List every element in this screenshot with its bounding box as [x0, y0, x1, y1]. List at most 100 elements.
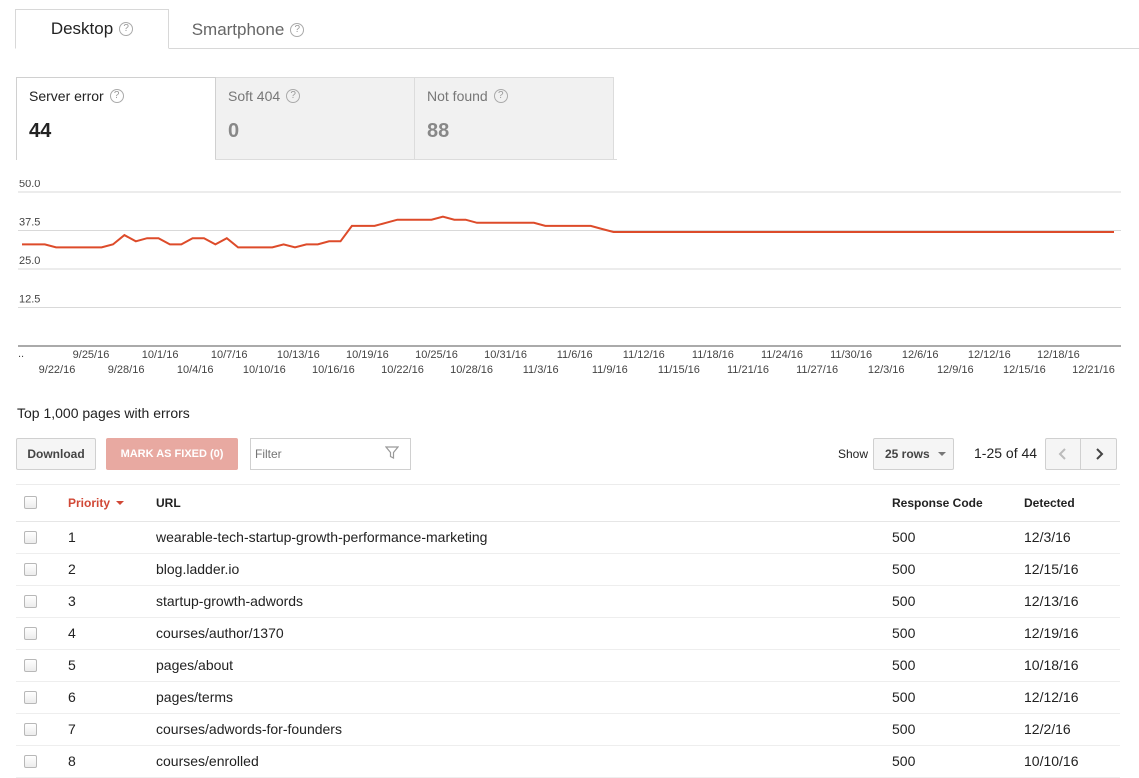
- priority-cell: 8: [68, 753, 76, 769]
- page-range: 1-25 of 44: [974, 445, 1038, 461]
- url-column-header[interactable]: URL: [156, 496, 181, 510]
- row-checkbox[interactable]: [24, 659, 37, 672]
- card-not-found[interactable]: Not found ? 88: [415, 77, 614, 160]
- url-cell[interactable]: wearable-tech-startup-growth-performance…: [156, 529, 487, 545]
- url-cell[interactable]: startup-growth-adwords: [156, 593, 303, 609]
- table-row[interactable]: 8 courses/enrolled 500 10/10/16: [16, 746, 1120, 778]
- x-tick-label: 12/12/16: [968, 349, 1011, 361]
- table-row[interactable]: 4 courses/author/1370 500 12/19/16: [16, 618, 1120, 650]
- response-code-cell: 500: [892, 657, 916, 673]
- table-row[interactable]: 2 blog.ladder.io 500 12/15/16: [16, 554, 1120, 586]
- x-tick-label: 10/25/16: [415, 349, 458, 361]
- detected-cell: 12/13/16: [1024, 593, 1079, 609]
- row-checkbox[interactable]: [24, 691, 37, 704]
- url-cell[interactable]: courses/enrolled: [156, 753, 259, 769]
- funnel-icon[interactable]: [385, 446, 399, 460]
- card-soft-404[interactable]: Soft 404 ? 0: [216, 77, 415, 160]
- table-row[interactable]: 7 courses/adwords-for-founders 500 12/2/…: [16, 714, 1120, 746]
- filter-field: [250, 438, 411, 470]
- row-checkbox[interactable]: [24, 531, 37, 544]
- url-cell[interactable]: pages/about: [156, 657, 233, 673]
- table-row[interactable]: 3 startup-growth-adwords 500 12/13/16: [16, 586, 1120, 618]
- response-code-cell: 500: [892, 625, 916, 641]
- device-tab-bar: Desktop ? Smartphone ?: [0, 0, 1139, 49]
- chart-y-ticks: 50.0 37.5 25.0 12.5: [19, 180, 40, 306]
- x-tick-label: 11/6/16: [557, 349, 593, 361]
- x-tick-label: 11/27/16: [796, 364, 838, 376]
- priority-column-header[interactable]: Priority: [68, 496, 125, 510]
- help-icon[interactable]: ?: [109, 89, 124, 103]
- table-row[interactable]: 6 pages/terms 500 12/12/16: [16, 682, 1120, 714]
- chart-series-line: [22, 215, 1114, 249]
- response-code-cell: 500: [892, 753, 916, 769]
- url-cell[interactable]: pages/terms: [156, 689, 233, 705]
- x-tick-label: 10/22/16: [381, 364, 424, 376]
- card-label: Not found: [427, 88, 488, 104]
- help-icon[interactable]: ?: [119, 22, 134, 36]
- row-checkbox[interactable]: [24, 723, 37, 736]
- response-code-column-header[interactable]: Response Code: [892, 496, 983, 510]
- x-tick-label: 12/21/16: [1072, 364, 1115, 376]
- errors-table: Priority URL Response Code Detected 1 we…: [16, 484, 1120, 778]
- table-row[interactable]: 1 wearable-tech-startup-growth-performan…: [16, 522, 1120, 554]
- x-tick-label: 10/4/16: [177, 364, 214, 376]
- response-code-cell: 500: [892, 561, 916, 577]
- help-icon[interactable]: ?: [286, 89, 301, 103]
- priority-header-label: Priority: [68, 496, 111, 510]
- url-cell[interactable]: blog.ladder.io: [156, 561, 239, 577]
- tab-smartphone[interactable]: Smartphone ?: [168, 10, 328, 49]
- chevron-down-icon: [937, 452, 946, 456]
- x-tick-label: 12/15/16: [1003, 364, 1046, 376]
- rows-per-page-value: 25 rows: [885, 447, 930, 461]
- response-code-cell: 500: [892, 529, 916, 545]
- priority-cell: 2: [68, 561, 76, 577]
- detected-cell: 12/3/16: [1024, 529, 1071, 545]
- table-body: 1 wearable-tech-startup-growth-performan…: [16, 522, 1120, 778]
- detected-cell: 12/19/16: [1024, 625, 1079, 641]
- download-button[interactable]: Download: [16, 438, 96, 470]
- x-tick-label: 11/12/16: [623, 349, 665, 361]
- next-page-button[interactable]: [1081, 438, 1117, 470]
- priority-cell: 3: [68, 593, 76, 609]
- mark-as-fixed-button[interactable]: MARK AS FIXED (0): [106, 438, 238, 470]
- detected-cell: 12/12/16: [1024, 689, 1079, 705]
- filter-input[interactable]: [251, 439, 371, 469]
- table-row[interactable]: 5 pages/about 500 10/18/16: [16, 650, 1120, 682]
- help-icon[interactable]: ?: [493, 89, 508, 103]
- detected-cell: 12/2/16: [1024, 721, 1071, 737]
- server-error-chart: 50.0 37.5 25.0 12.5 .. 9/25/16 10/1/16 10/7/16…: [18, 180, 1121, 376]
- chart-x-ticks: .. 9/25/16 10/1/16 10/7/16 10/13/16 10/19/16 1…: [18, 348, 1115, 376]
- chevron-left-icon: [1058, 448, 1066, 460]
- rows-per-page-select[interactable]: 25 rows: [873, 438, 954, 470]
- tab-desktop[interactable]: Desktop ?: [15, 9, 169, 49]
- url-cell[interactable]: courses/author/1370: [156, 625, 284, 641]
- x-tick-label: 10/13/16: [277, 349, 320, 361]
- card-count: 44: [29, 120, 52, 142]
- section-title: Top 1,000 pages with errors: [17, 405, 190, 421]
- detected-cell: 10/18/16: [1024, 657, 1079, 673]
- row-checkbox[interactable]: [24, 563, 37, 576]
- help-icon[interactable]: ?: [290, 22, 305, 37]
- x-tick-label: 12/6/16: [902, 349, 939, 361]
- priority-cell: 5: [68, 657, 76, 673]
- chevron-right-icon: [1095, 448, 1103, 460]
- url-cell[interactable]: courses/adwords-for-founders: [156, 721, 342, 737]
- row-checkbox[interactable]: [24, 755, 37, 768]
- tab-smartphone-label: Smartphone: [191, 19, 285, 39]
- x-tick-label: 11/30/16: [830, 349, 872, 361]
- x-tick-label: 12/3/16: [868, 364, 905, 376]
- row-checkbox[interactable]: [24, 627, 37, 640]
- cards-divider: [215, 159, 617, 160]
- detected-cell: 12/15/16: [1024, 561, 1079, 577]
- priority-cell: 7: [68, 721, 76, 737]
- detected-column-header[interactable]: Detected: [1024, 496, 1075, 510]
- error-type-cards: Server error ? 44 Soft 404 ? 0 Not found…: [16, 77, 616, 160]
- y-tick-label: 37.5: [19, 217, 40, 229]
- card-server-error[interactable]: Server error ? 44: [16, 77, 216, 160]
- x-tick-label: 11/9/16: [592, 364, 628, 376]
- x-tick-label: 11/15/16: [658, 364, 700, 376]
- row-checkbox[interactable]: [24, 595, 37, 608]
- select-all-checkbox[interactable]: [24, 496, 37, 509]
- x-tick-label: 10/31/16: [484, 349, 527, 361]
- previous-page-button[interactable]: [1045, 438, 1081, 470]
